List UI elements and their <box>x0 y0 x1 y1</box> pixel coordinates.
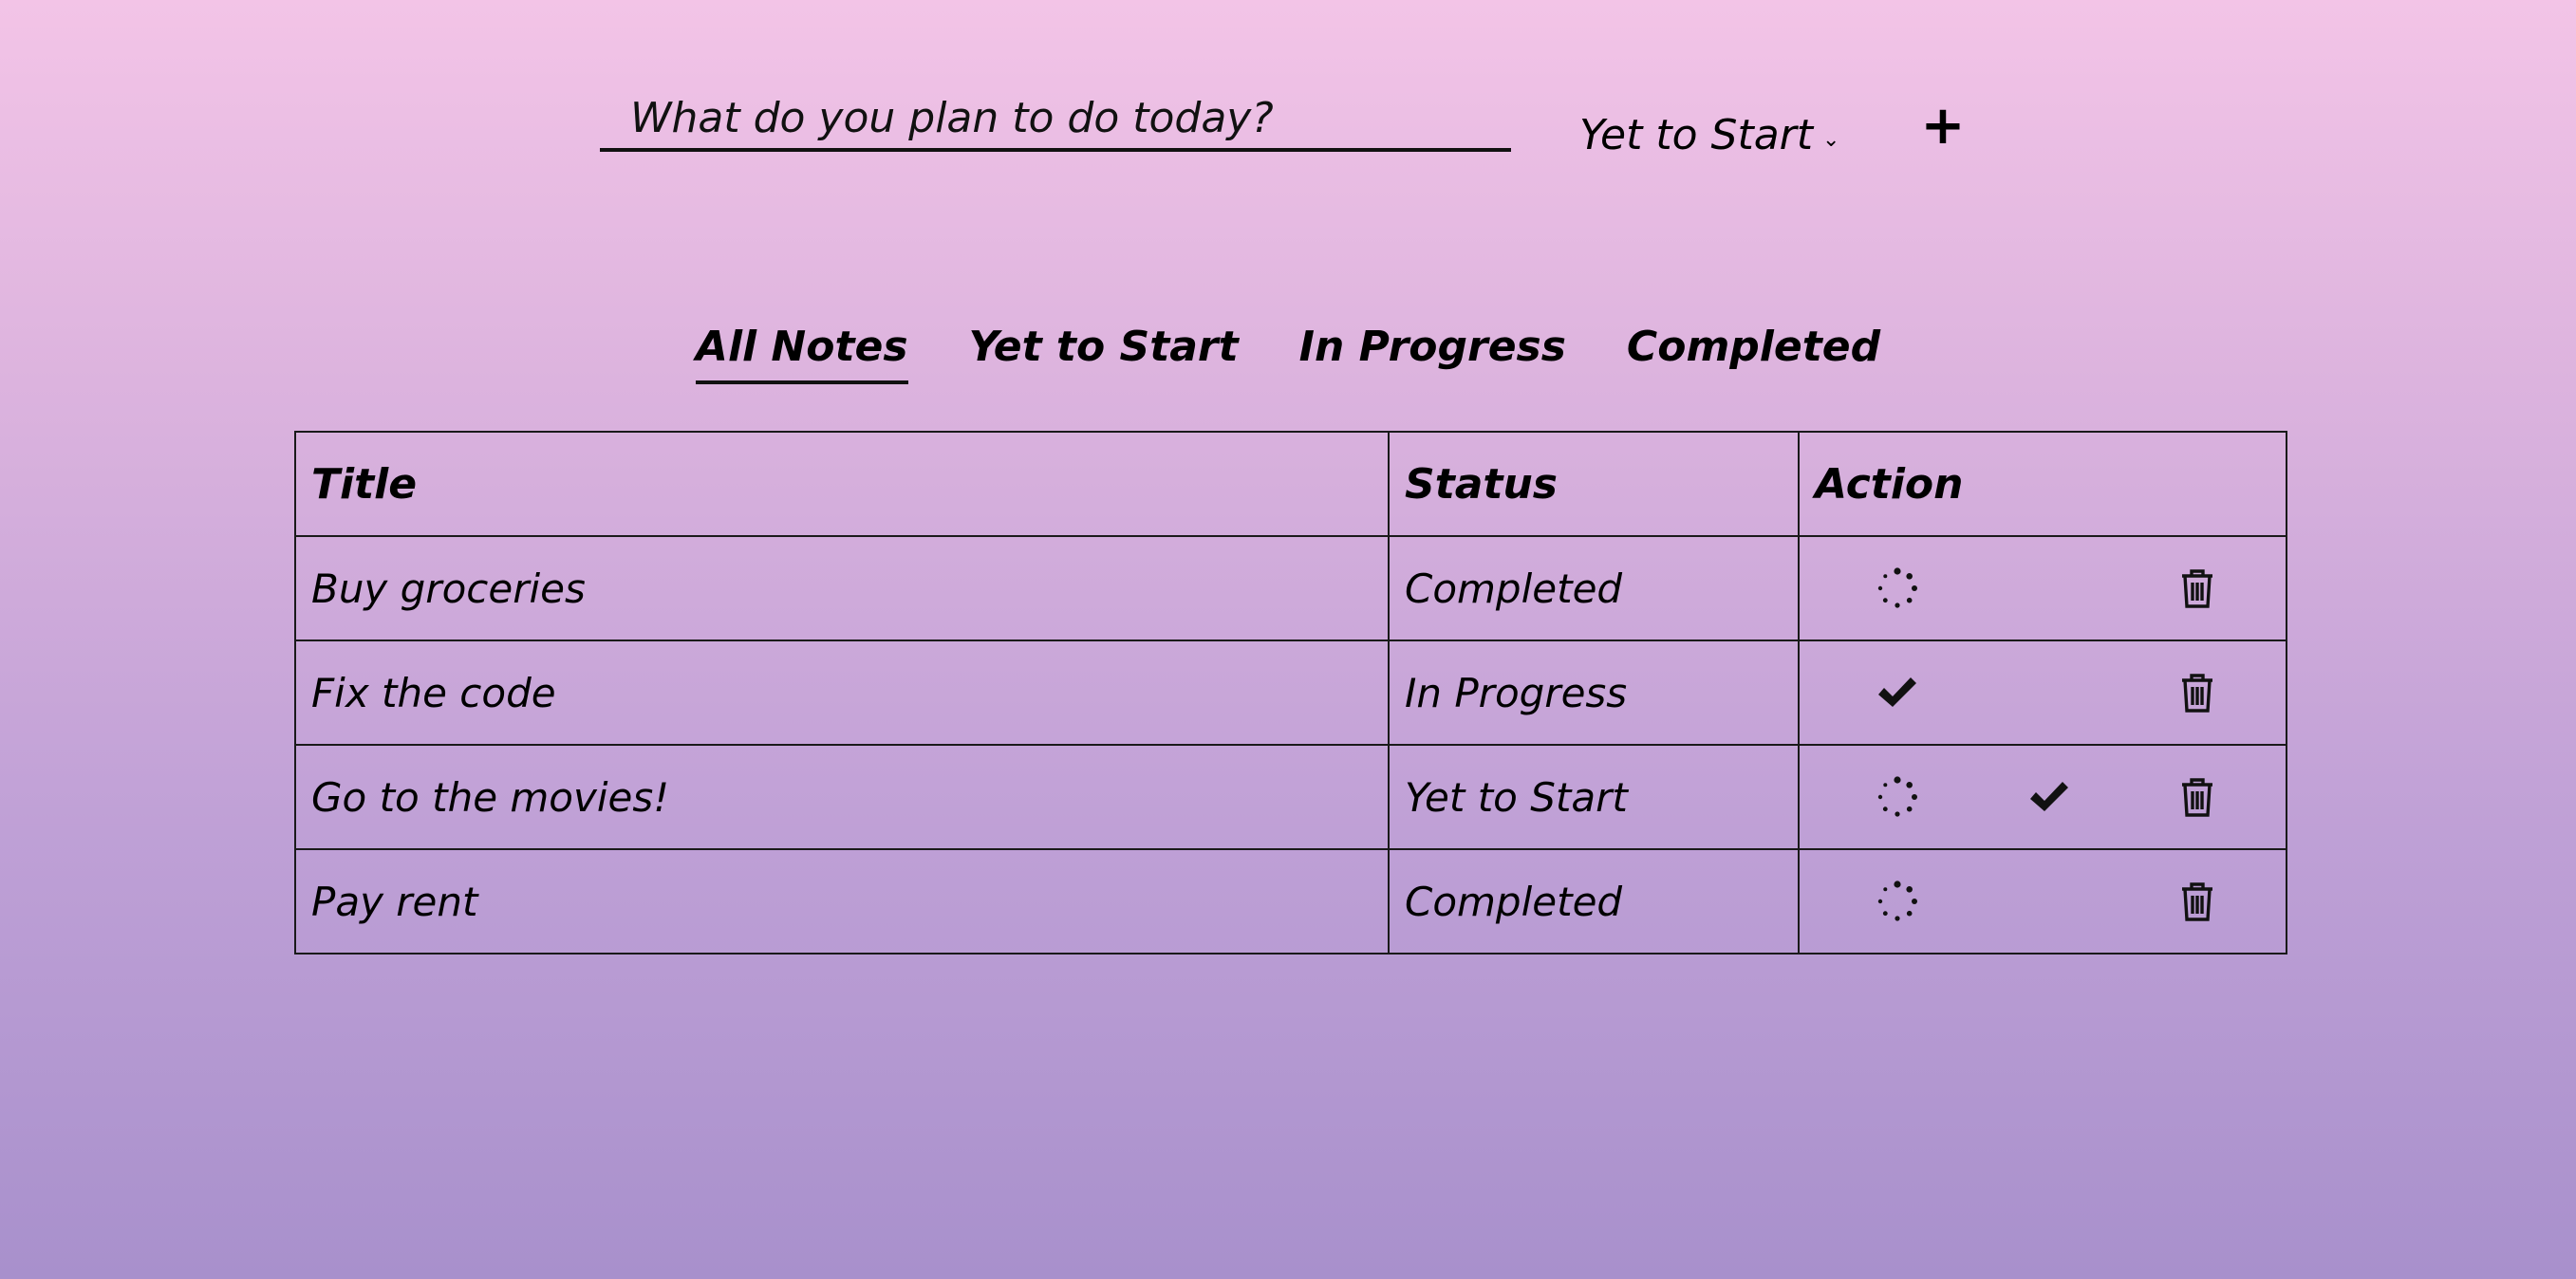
tab-completed[interactable]: Completed <box>1627 323 1880 384</box>
tab-yet-to-start[interactable]: Yet to Start <box>969 323 1239 384</box>
tab-all-notes[interactable]: All Notes <box>695 323 908 384</box>
trash-icon[interactable] <box>2172 667 2223 718</box>
note-status: Completed <box>1388 848 1800 955</box>
note-actions <box>1798 640 2287 746</box>
note-title: Buy groceries <box>294 535 1390 641</box>
header-action: Action <box>1798 431 2287 537</box>
table-row: Fix the code In Progress <box>294 640 2287 746</box>
note-title: Pay rent <box>294 848 1390 955</box>
notes-table: Title Status Action Buy groceries Comple… <box>294 431 2287 955</box>
trash-icon[interactable] <box>2172 563 2223 614</box>
spinner-icon[interactable] <box>1872 771 1923 823</box>
note-title: Fix the code <box>294 640 1390 746</box>
checkmark-icon[interactable] <box>2024 771 2075 823</box>
table-row: Go to the movies! Yet to Start <box>294 744 2287 850</box>
note-title: Go to the movies! <box>294 744 1390 850</box>
table-row: Pay rent Completed <box>294 848 2287 955</box>
note-actions <box>1798 848 2287 955</box>
status-select[interactable]: Yet to Start ⌄ <box>1579 106 1839 163</box>
note-status: In Progress <box>1388 640 1800 746</box>
table-row: Buy groceries Completed <box>294 535 2287 641</box>
note-actions <box>1798 535 2287 641</box>
new-task-form: Yet to Start ⌄ + <box>0 0 2576 190</box>
trash-icon[interactable] <box>2172 771 2223 823</box>
task-input-wrapper <box>600 83 1511 152</box>
status-select-value: Yet to Start <box>1579 110 1813 159</box>
trash-icon[interactable] <box>2172 876 2223 927</box>
tab-in-progress[interactable]: In Progress <box>1299 323 1566 384</box>
spinner-icon[interactable] <box>1872 563 1923 614</box>
task-input[interactable] <box>630 94 1511 142</box>
note-status: Completed <box>1388 535 1800 641</box>
header-status: Status <box>1388 431 1800 537</box>
note-status: Yet to Start <box>1388 744 1800 850</box>
header-title: Title <box>294 431 1390 537</box>
note-actions <box>1798 744 2287 850</box>
add-task-button[interactable]: + <box>1919 100 1967 153</box>
table-header-row: Title Status Action <box>294 431 2287 537</box>
checkmark-icon[interactable] <box>1872 667 1923 718</box>
spinner-icon[interactable] <box>1872 876 1923 927</box>
chevron-down-icon: ⌄ <box>1822 127 1840 152</box>
filter-tabs: All Notes Yet to Start In Progress Compl… <box>0 323 2576 384</box>
